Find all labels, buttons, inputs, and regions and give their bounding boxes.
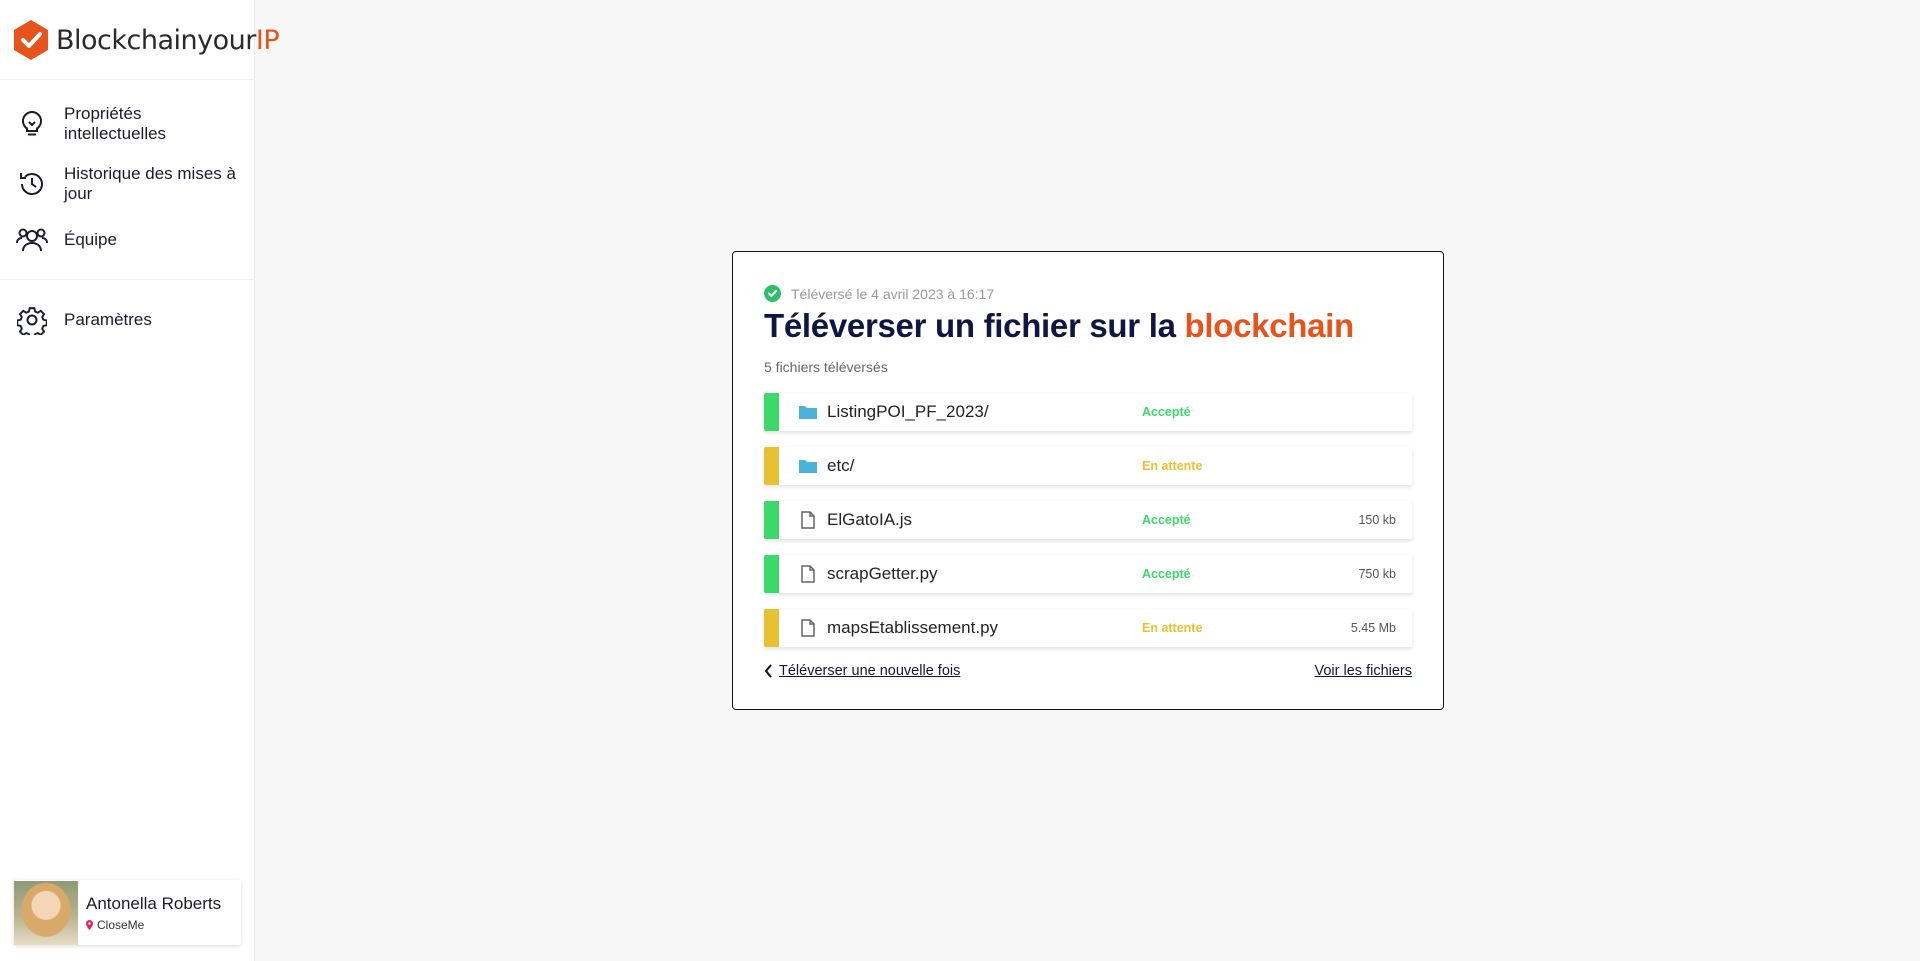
file-status: Accepté (1142, 567, 1191, 581)
sidebar-item-label: Équipe (64, 230, 117, 249)
page-title: Téléverser un fichier sur la blockchain (764, 307, 1354, 344)
upload-again-link[interactable]: Téléverser une nouvelle fois (764, 663, 960, 679)
file-name: mapsEtablissement.py (827, 618, 999, 637)
file-name: ListingPOI_PF_2023/ (827, 402, 989, 421)
history-icon (16, 168, 48, 200)
sidebar: BlockchainyourIP Propriétés intellectuel… (0, 0, 280, 961)
brand-name: BlockchainyourIP (56, 24, 280, 56)
user-profile-card[interactable]: Antonella Roberts CloseMe (14, 880, 241, 945)
logo-icon (14, 20, 48, 60)
see-files-link[interactable]: Voir les fichiers (1314, 663, 1412, 679)
file-row[interactable]: scrapGetter.py Accepté 750 kb (764, 555, 1412, 593)
team-icon (16, 224, 48, 256)
file-icon (798, 565, 818, 583)
file-status: Accepté (1142, 513, 1191, 527)
avatar (14, 880, 78, 945)
upload-result-card: Téléversé le 4 avril 2023 à 16:17 Téléve… (732, 251, 1444, 710)
file-size: 750 kb (1358, 567, 1396, 581)
status-bar (764, 393, 779, 431)
file-row[interactable]: ListingPOI_PF_2023/Accepté (764, 393, 1412, 431)
file-status: En attente (1142, 621, 1203, 635)
lightbulb-icon (16, 108, 48, 140)
gear-icon (16, 304, 48, 336)
file-name: ElGatoIA.js (827, 510, 913, 529)
sidebar-item-label: Paramètres (64, 310, 152, 329)
location-pin-icon (86, 919, 93, 930)
sidebar-item-label: Propriétés intellectuelles (64, 104, 167, 143)
upload-timestamp-text: Téléversé le 4 avril 2023 à 16:17 (791, 285, 995, 302)
file-size: 150 kb (1358, 513, 1396, 527)
file-name: etc/ (827, 456, 855, 475)
file-status: En attente (1142, 459, 1203, 473)
sidebar-item-history[interactable]: Historique des mises à jour (0, 164, 255, 204)
file-status: Accepté (1142, 405, 1191, 419)
sidebar-divider (0, 79, 255, 80)
files-count: 5 fichiers téléversés (764, 359, 888, 375)
folder-icon (798, 403, 818, 421)
check-circle-icon (764, 285, 781, 302)
upload-timestamp: Téléversé le 4 avril 2023 à 16:17 (764, 285, 994, 302)
profile-name: Antonella Roberts (86, 893, 222, 913)
file-row[interactable]: etc/En attente (764, 447, 1412, 485)
file-icon (798, 619, 818, 637)
sidebar-item-team[interactable]: Équipe (0, 228, 255, 252)
status-bar (764, 555, 779, 593)
file-row[interactable]: ElGatoIA.js Accepté 150 kb (764, 501, 1412, 539)
file-row[interactable]: mapsEtablissement.py En attente 5.45 Mb (764, 609, 1412, 647)
sidebar-item-ip[interactable]: Propriétés intellectuelles (0, 104, 255, 144)
file-name: scrapGetter.py (827, 564, 938, 583)
status-bar (764, 501, 779, 539)
profile-org: CloseMe (97, 917, 145, 932)
status-bar (764, 609, 779, 647)
status-bar (764, 447, 779, 485)
chevron-left-icon (764, 664, 772, 678)
brand-logo[interactable]: BlockchainyourIP (12, 19, 280, 61)
sidebar-item-label: Historique des mises à jour (64, 164, 236, 203)
sidebar-divider (0, 279, 255, 280)
sidebar-item-settings[interactable]: Paramètres (0, 307, 255, 335)
file-size: 5.45 Mb (1350, 621, 1396, 635)
folder-icon (798, 457, 818, 475)
file-icon (798, 511, 818, 529)
